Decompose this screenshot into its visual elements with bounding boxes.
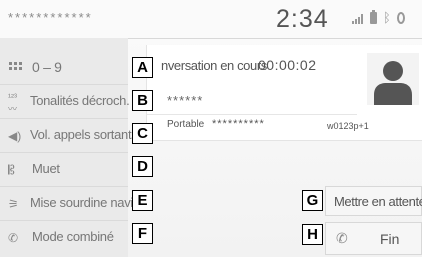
- phone-number: **********: [212, 118, 265, 130]
- mute-icon: 𝄡: [8, 163, 15, 177]
- phone-icon: ✆: [336, 230, 348, 246]
- callout-a: A: [132, 57, 153, 78]
- callout-d: D: [132, 156, 153, 177]
- hold-button[interactable]: Mettre en attente: [325, 186, 422, 216]
- call-status: nversation en cours: [161, 58, 267, 73]
- call-info-panel: nversation en cours 00:00:02 ****** Port…: [146, 45, 422, 141]
- callout-f: F: [132, 223, 153, 244]
- callout-b: B: [132, 90, 153, 111]
- person-icon: [374, 61, 412, 105]
- navi-mute-icon: ⚞: [8, 197, 19, 211]
- call-timer: 00:00:02: [258, 57, 317, 73]
- bluetooth-icon: ᛒ: [383, 10, 391, 25]
- callout-h: H: [302, 224, 323, 245]
- keypad-button[interactable]: 0 – 9: [0, 51, 128, 85]
- outgoing-volume-button[interactable]: ◀) Vol. appels sortants: [0, 119, 138, 153]
- contact-avatar: [367, 53, 419, 105]
- mute-button[interactable]: 𝄡 Muet: [0, 153, 128, 187]
- battery-icon: [370, 10, 377, 24]
- tones-icon: ¹²³ 〰: [8, 92, 18, 114]
- keypad-icon: [9, 62, 22, 70]
- phone-call-screen: ************ 2:34 ᛒ 0 – 9 ¹²³ 〰 Tonalité…: [0, 0, 422, 257]
- outgoing-volume-label: Vol. appels sortants: [30, 127, 138, 142]
- divider: [147, 114, 357, 115]
- callout-e: E: [132, 190, 153, 211]
- status-icons: ᛒ: [352, 10, 418, 26]
- line-id: w0123p+1: [327, 121, 369, 131]
- callout-c: C: [132, 123, 153, 144]
- signal-icon: [352, 14, 363, 24]
- end-label: Fin: [380, 231, 400, 247]
- contact-name: ******: [167, 93, 204, 108]
- mute-label: Muet: [32, 161, 60, 176]
- phone-type: Portable: [167, 119, 205, 130]
- handset-icon: ✆: [8, 231, 19, 245]
- navi-mute-button[interactable]: ⚞ Mise sourdine navi.: [0, 187, 137, 221]
- end-call-button[interactable]: ✆ Fin: [325, 222, 422, 255]
- keypad-label: 0 – 9: [32, 59, 62, 75]
- tones-label: Tonalités décroch.: [30, 93, 130, 108]
- hold-label: Mettre en attente: [334, 194, 422, 209]
- callout-g: G: [302, 190, 323, 211]
- tones-button[interactable]: ¹²³ 〰 Tonalités décroch.: [0, 85, 130, 119]
- caller-masked: ************: [8, 10, 93, 25]
- call-options-menu: 0 – 9 ¹²³ 〰 Tonalités décroch. ◀) Vol. ap…: [0, 38, 138, 257]
- connection-icon: [397, 12, 405, 24]
- navi-mute-label: Mise sourdine navi.: [30, 195, 137, 210]
- handset-mode-label: Mode combiné: [32, 229, 114, 244]
- volume-icon: ◀): [8, 129, 22, 143]
- status-bar: ************ 2:34 ᛒ: [0, 0, 422, 39]
- handset-mode-button[interactable]: ✆ Mode combiné: [0, 221, 128, 255]
- clock: 2:34: [276, 5, 329, 33]
